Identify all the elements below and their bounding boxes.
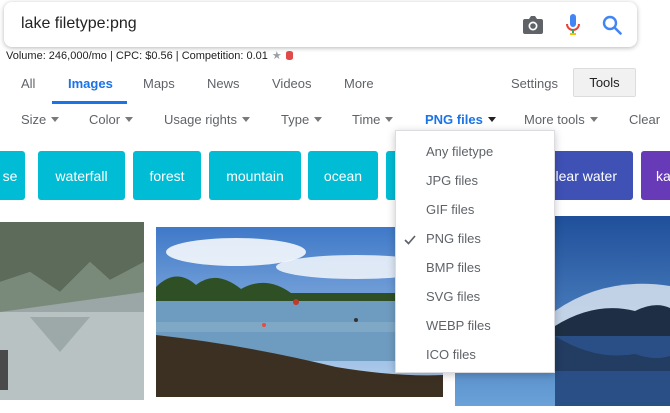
chip-mountain[interactable]: mountain [209, 151, 301, 200]
search-input[interactable]: lake filetype:png [21, 15, 137, 33]
caret-down-icon [125, 117, 134, 122]
filter-more-tools-label: More tools [524, 112, 585, 127]
tab-more[interactable]: More [344, 76, 374, 91]
chip-partial-right[interactable]: ka [641, 151, 670, 200]
filter-size-label: Size [21, 112, 47, 127]
menu-item-any-filetype[interactable]: Any filetype [426, 144, 493, 159]
filter-type-label: Type [281, 112, 310, 127]
camera-icon[interactable] [522, 15, 544, 35]
caret-down-icon [385, 117, 394, 122]
filetype-dropdown-menu: Any filetype JPG files GIF files PNG fil… [395, 130, 555, 373]
menu-item-jpg-files[interactable]: JPG files [426, 173, 478, 188]
caret-down-icon [487, 117, 496, 122]
menu-item-webp-files[interactable]: WEBP files [426, 318, 491, 333]
seo-stats: Volume: 246,000/mo | CPC: $0.56 | Compet… [6, 49, 268, 62]
filter-clear[interactable]: Clear [629, 112, 660, 127]
filter-usage-label: Usage rights [164, 112, 237, 127]
search-icon[interactable] [602, 15, 622, 35]
filter-size[interactable]: Size [21, 112, 60, 127]
caret-down-icon [51, 117, 60, 122]
filter-png-files[interactable]: PNG files [425, 112, 496, 127]
caret-down-icon [589, 117, 598, 122]
filter-more-tools[interactable]: More tools [524, 112, 598, 127]
filter-color[interactable]: Color [89, 112, 134, 127]
filter-type[interactable]: Type [281, 112, 323, 127]
menu-item-gif-files[interactable]: GIF files [426, 202, 474, 217]
menu-item-ico-files[interactable]: ICO files [426, 347, 476, 362]
active-tab-indicator [52, 101, 127, 104]
search-box[interactable]: lake filetype:png [4, 2, 637, 47]
chip-ocean[interactable]: ocean [308, 151, 378, 200]
filter-usage-rights[interactable]: Usage rights [164, 112, 250, 127]
filter-color-label: Color [89, 112, 121, 127]
caret-down-icon [314, 117, 323, 122]
menu-item-bmp-files[interactable]: BMP files [426, 260, 481, 275]
menu-item-png-files[interactable]: PNG files [426, 231, 481, 246]
chip-partial-left[interactable]: se [0, 151, 25, 200]
chip-waterfall[interactable]: waterfall [38, 151, 125, 200]
checkmark-icon [404, 235, 416, 245]
caret-down-icon [241, 117, 250, 122]
chip-forest[interactable]: forest [133, 151, 201, 200]
filter-time[interactable]: Time [352, 112, 394, 127]
star-icon[interactable]: ★ [272, 49, 282, 62]
database-icon[interactable] [285, 51, 293, 60]
tools-button[interactable]: Tools [573, 68, 636, 97]
menu-item-svg-files[interactable]: SVG files [426, 289, 480, 304]
tab-maps[interactable]: Maps [143, 76, 175, 91]
tab-all[interactable]: All [21, 76, 35, 91]
image-thumbnail-1[interactable] [0, 222, 144, 400]
tab-settings[interactable]: Settings [511, 76, 558, 91]
filter-png-label: PNG files [425, 112, 483, 127]
tab-videos[interactable]: Videos [272, 76, 312, 91]
tab-images[interactable]: Images [68, 76, 113, 91]
mic-icon[interactable] [566, 14, 580, 36]
filter-time-label: Time [352, 112, 381, 127]
tab-news[interactable]: News [207, 76, 240, 91]
seo-info-bar: Volume: 246,000/mo | CPC: $0.56 | Compet… [6, 49, 293, 62]
